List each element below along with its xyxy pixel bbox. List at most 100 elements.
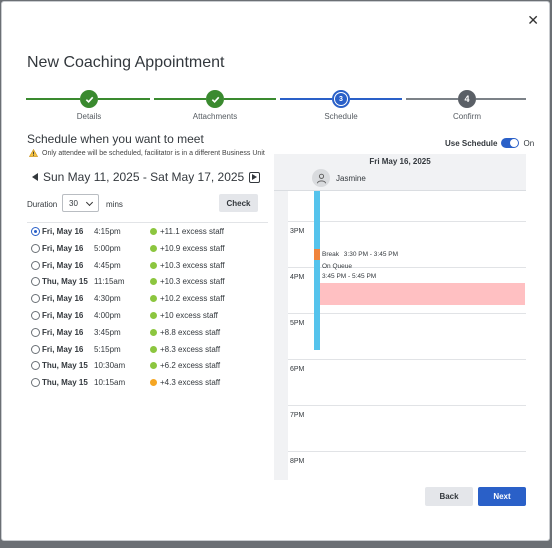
slot-time: 10:30am [94,361,126,371]
person-name: Jasmine [336,173,366,183]
slot-time: 11:15am [94,277,125,287]
close-icon[interactable]: ✕ [527,13,539,27]
staffing-status-icon [150,311,157,319]
slot-radio[interactable] [31,243,40,253]
break-activity-bar [314,249,320,260]
time-slot-row[interactable]: Thu, May 15 10:30am +6.2 excess staff [27,357,268,374]
hour-label: 7PM [290,412,305,419]
previous-week-icon[interactable] [32,173,38,181]
time-slot-row[interactable]: Fri, May 16 5:15pm +8.3 excess staff [27,341,268,358]
step-attachments-node[interactable] [206,90,224,108]
time-slot-row[interactable]: Fri, May 16 4:00pm +10 excess staff [27,307,268,324]
day-calendar: Fri May 16, 2025 Jasmine 3PM 4PM 5PM 6PM… [274,154,526,480]
step-number: 3 [335,93,347,105]
time-slot-row[interactable]: Fri, May 16 5:00pm +10.9 excess staff [27,240,268,257]
calendar-date: Fri May 16, 2025 [369,157,431,166]
slot-day: Fri, May 16 [42,260,84,270]
slot-radio[interactable] [31,361,40,371]
back-button[interactable]: Back [425,487,473,506]
check-button[interactable]: Check [219,194,258,212]
on-queue-label: On Queue [322,263,352,270]
slot-staffing: +4.3 excess staff [160,378,221,388]
step-details-node[interactable] [80,90,98,108]
slot-radio[interactable] [31,378,40,388]
slot-time: 4:45pm [94,260,121,270]
check-icon [211,96,219,103]
step-confirm-node[interactable]: 4 [458,90,476,108]
slot-radio[interactable] [31,277,40,287]
calendar-grid: 3PM 4PM 5PM 6PM 7PM 8PM Break 3:30 PM - … [288,191,526,480]
slot-radio[interactable] [31,294,40,304]
week-navigator: Sun May 11, 2025 - Sat May 17, 2025 [32,170,261,184]
hour-label: 4PM [290,274,305,281]
step-number: 4 [464,94,470,104]
staffing-status-icon [150,345,157,353]
dialog-title: New Coaching Appointment [27,54,225,71]
slot-staffing: +11.1 excess staff [160,227,224,236]
step-connector [350,98,402,100]
slot-day: Fri, May 16 [42,227,84,236]
proposed-appointment-block[interactable] [320,283,525,305]
time-slot-row[interactable]: Fri, May 16 4:45pm +10.3 excess staff [27,257,268,274]
time-slot-row[interactable]: Thu, May 15 10:15am +4.3 excess staff [27,374,268,391]
slot-time: 4:15pm [94,227,121,236]
hour-line [288,313,526,314]
staffing-status-icon [150,379,157,387]
calendar-person: Jasmine [312,169,366,187]
warning-text: Only attendee will be scheduled, facilit… [42,149,265,157]
slot-staffing: +6.2 excess staff [160,361,221,371]
use-schedule-state: On [523,138,535,148]
staffing-status-icon [150,244,157,252]
slot-time: 5:15pm [94,344,121,354]
step-schedule-node[interactable]: 3 [332,90,350,108]
slot-staffing: +8.3 excess staff [160,344,221,354]
slot-day: Fri, May 16 [42,344,84,354]
slot-radio[interactable] [31,310,40,320]
schedule-activity-bar [314,191,320,249]
step-label-attachments: Attachments [192,112,238,121]
use-schedule-toggle[interactable] [501,138,520,148]
slot-day: Thu, May 15 [42,361,88,371]
slot-radio[interactable] [31,227,40,236]
hour-line [288,221,526,222]
time-slot-row[interactable]: Fri, May 16 3:45pm +8.8 excess staff [27,324,268,341]
duration-unit: mins [106,200,123,209]
use-schedule-control: Use Schedule On [445,138,534,148]
business-unit-warning: Only attendee will be scheduled, facilit… [29,149,265,157]
slot-radio[interactable] [31,260,40,270]
slot-staffing: +8.8 excess staff [160,327,221,337]
break-label: Break [322,251,339,258]
next-button[interactable]: Next [478,487,526,506]
duration-label: Duration [27,200,58,209]
week-range: Sun May 11, 2025 - Sat May 17, 2025 [43,170,245,184]
next-week-icon [252,174,258,180]
hour-label: 6PM [290,366,305,373]
duration-select[interactable]: 30 [62,194,99,212]
chevron-down-icon [85,198,94,207]
hour-line [288,359,526,360]
hour-label: 3PM [290,228,305,235]
slot-time: 3:45pm [94,327,121,337]
on-queue-time: 3:45 PM - 5:45 PM [322,273,377,280]
step-connector [154,98,206,100]
break-time: 3:30 PM - 3:45 PM [343,251,398,258]
slot-staffing: +10.2 excess staff [160,294,225,304]
slot-radio[interactable] [31,327,40,337]
time-slot-row[interactable]: Fri, May 16 4:15pm +11.1 excess staff [27,223,268,240]
on-queue-activity-bar [314,260,320,350]
user-icon [316,173,326,183]
hour-line [288,405,526,406]
staffing-status-icon [150,228,157,235]
staffing-status-icon [150,362,157,370]
slot-day: Thu, May 15 [42,378,88,388]
slot-day: Fri, May 16 [42,327,84,337]
time-slot-row[interactable]: Fri, May 16 4:30pm +10.2 excess staff [27,290,268,307]
staffing-status-icon [150,328,157,336]
time-slot-row[interactable]: Thu, May 15 11:15am +10.3 excess staff [27,273,268,290]
slot-staffing: +10.3 excess staff [160,260,225,270]
slot-staffing: +10.3 excess staff [160,277,225,287]
hour-label: 5PM [290,320,305,327]
next-week-button[interactable] [249,171,261,183]
slot-radio[interactable] [31,344,40,354]
slot-staffing: +10.9 excess staff [160,243,225,253]
